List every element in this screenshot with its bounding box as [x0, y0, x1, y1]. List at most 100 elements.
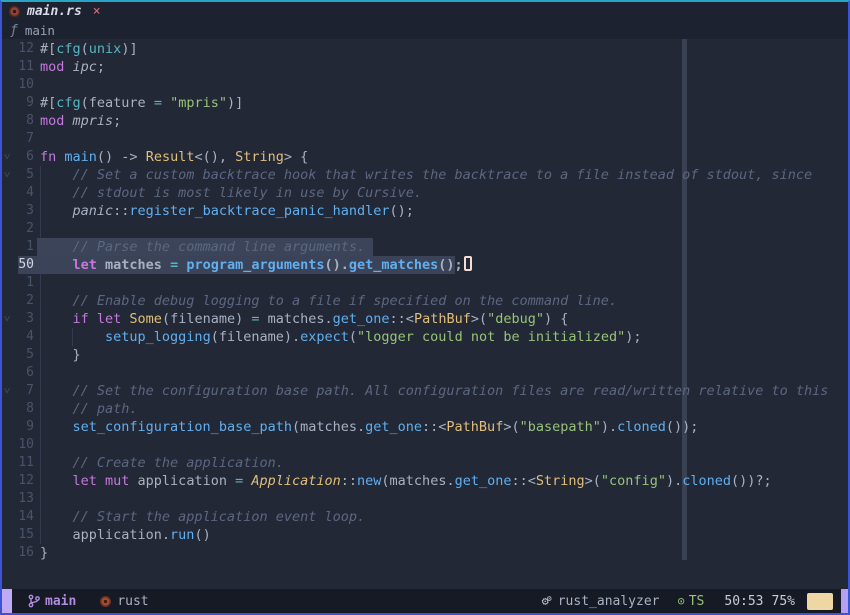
circle-dot-icon: ⊙	[677, 594, 684, 608]
fold-spacer	[2, 202, 14, 220]
mode-indicator	[2, 589, 12, 613]
line-number: 14	[14, 508, 34, 526]
code-line[interactable]: 3 panic::register_backtrace_panic_handle…	[2, 202, 848, 220]
fold-spacer	[2, 508, 14, 526]
statusline-tan-block	[807, 593, 833, 610]
indent-guide	[40, 490, 41, 508]
indent-guide	[40, 418, 41, 436]
line-number: 10	[14, 76, 34, 94]
fold-spacer	[2, 40, 14, 58]
line-number: 15	[14, 526, 34, 544]
fold-spacer	[2, 472, 14, 490]
code-line[interactable]: 7	[2, 130, 848, 148]
code-line[interactable]: 11mod ipc;	[2, 58, 848, 76]
code-line[interactable]: 13	[2, 490, 848, 508]
fold-chevron-icon[interactable]: ˅	[2, 382, 14, 400]
indent-guide	[40, 382, 41, 400]
code-line[interactable]: 8 // path.	[2, 400, 848, 418]
fold-chevron-icon[interactable]: ˅	[2, 148, 14, 166]
line-content: if let Some(filename) = matches.get_one:…	[40, 310, 848, 328]
line-content: // Set a custom backtrace hook that writ…	[40, 166, 848, 184]
line-number: 12	[14, 40, 34, 58]
line-content: setup_logging(filename).expect("logger c…	[40, 328, 848, 346]
code-line[interactable]: ˅6 fn main() -> Result<(), String> {	[2, 148, 848, 166]
breadcrumb-function-name: main	[25, 23, 55, 38]
tab-bar: main.rs ×	[2, 2, 848, 21]
line-content	[40, 76, 848, 94]
line-content: mod ipc;	[40, 58, 848, 76]
fold-spacer	[2, 544, 14, 562]
code-line[interactable]: 4 setup_logging(filename).expect("logger…	[2, 328, 848, 346]
statusline-purple-block	[841, 589, 848, 613]
line-content	[40, 490, 848, 508]
code-line[interactable]: 16}	[2, 544, 848, 562]
line-content: }	[40, 544, 848, 562]
fold-spacer	[2, 526, 14, 544]
code-line[interactable]: 9 set_configuration_base_path(matches.ge…	[2, 418, 848, 436]
line-content	[40, 364, 848, 382]
code-area[interactable]: 12#[cfg(unix)]11mod ipc;109#[cfg(feature…	[2, 39, 848, 589]
indent-guide	[40, 526, 41, 544]
indent-guide	[40, 508, 41, 526]
code-line[interactable]: 12 let mut application = Application::ne…	[2, 472, 848, 490]
treesitter-indicator: ⊙ TS	[677, 594, 704, 609]
code-line[interactable]: 1	[2, 274, 848, 292]
line-content: // Enable debug logging to a file if spe…	[40, 292, 848, 310]
editor-window: main.rs × ƒ main 12#[cfg(unix)]11mod ipc…	[0, 0, 850, 615]
line-content: application.run()	[40, 526, 848, 544]
line-number: 1	[14, 274, 34, 292]
code-line[interactable]: ˅3 if let Some(filename) = matches.get_o…	[2, 310, 848, 328]
line-content: // Start the application event loop.	[40, 508, 848, 526]
line-content: mod mpris;	[40, 112, 848, 130]
indent-guide	[40, 472, 41, 490]
indent-guide	[40, 454, 41, 472]
code-line[interactable]: 50 let matches = program_arguments().get…	[2, 256, 848, 274]
language-label: rust	[117, 594, 148, 609]
code-line[interactable]: 2	[2, 220, 848, 238]
fold-chevron-icon[interactable]: ˅	[2, 166, 14, 184]
fold-spacer	[2, 58, 14, 76]
fold-spacer	[2, 418, 14, 436]
rust-icon	[9, 6, 20, 17]
code-line[interactable]: 11 // Create the application.	[2, 454, 848, 472]
fold-spacer	[2, 238, 14, 256]
fold-chevron-icon[interactable]: ˅	[2, 310, 14, 328]
breadcrumb[interactable]: ƒ main	[2, 21, 848, 39]
code-line[interactable]: 6	[2, 364, 848, 382]
line-content	[40, 220, 848, 238]
line-content: set_configuration_base_path(matches.get_…	[40, 418, 848, 436]
code-line[interactable]: ˅5 // Set a custom backtrace hook that w…	[2, 166, 848, 184]
line-content: // stdout is most likely in use by Cursi…	[40, 184, 848, 202]
indent-guide	[72, 328, 73, 346]
indent-guide	[40, 184, 41, 202]
line-content	[40, 130, 848, 148]
line-content: panic::register_backtrace_panic_handler(…	[40, 202, 848, 220]
fold-spacer	[2, 328, 14, 346]
line-content: fn main() -> Result<(), String> {	[40, 148, 848, 166]
code-line[interactable]: 5 }	[2, 346, 848, 364]
code-line[interactable]: 1 // Parse the command line arguments.	[2, 238, 848, 256]
code-line[interactable]: 2 // Enable debug logging to a file if s…	[2, 292, 848, 310]
line-number: 3	[14, 310, 34, 328]
line-content: #[cfg(feature = "mpris")]	[40, 94, 848, 112]
code-line[interactable]: 10	[2, 76, 848, 94]
close-icon[interactable]: ×	[93, 4, 101, 19]
line-number: 4	[14, 328, 34, 346]
line-number: 11	[14, 454, 34, 472]
code-line[interactable]: 9#[cfg(feature = "mpris")]	[2, 94, 848, 112]
line-number: 2	[14, 292, 34, 310]
code-line[interactable]: 15 application.run()	[2, 526, 848, 544]
code-line[interactable]: 12#[cfg(unix)]	[2, 40, 848, 58]
fold-spacer	[2, 436, 14, 454]
code-line[interactable]: 10	[2, 436, 848, 454]
indent-guide	[40, 346, 41, 364]
code-line[interactable]: ˅7 // Set the configuration base path. A…	[2, 382, 848, 400]
tab-main-rs[interactable]: main.rs ×	[9, 4, 101, 19]
line-number: 6	[14, 148, 34, 166]
code-line[interactable]: 4 // stdout is most likely in use by Cur…	[2, 184, 848, 202]
code-line[interactable]: 8mod mpris;	[2, 112, 848, 130]
line-number: 50	[14, 256, 34, 274]
git-branch[interactable]: main	[28, 594, 76, 609]
code-line[interactable]: 14 // Start the application event loop.	[2, 508, 848, 526]
line-number: 7	[14, 382, 34, 400]
